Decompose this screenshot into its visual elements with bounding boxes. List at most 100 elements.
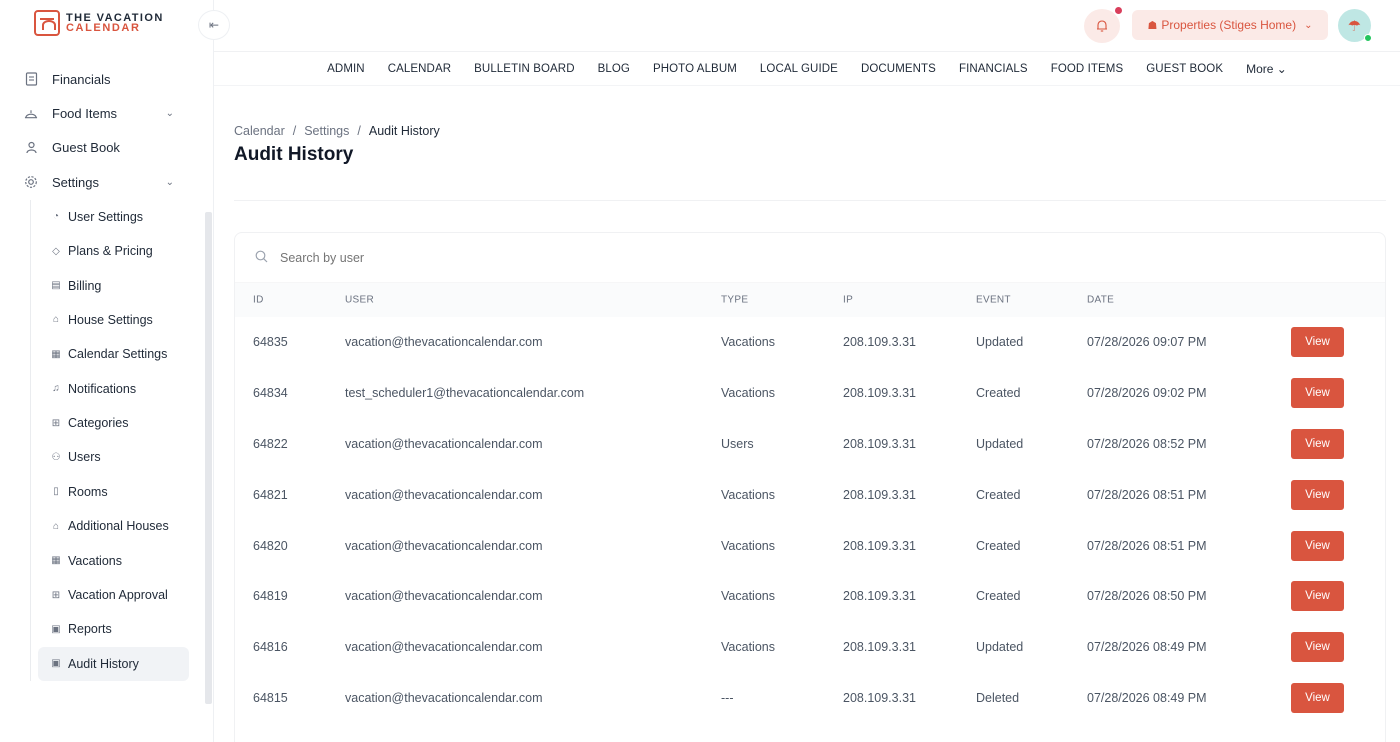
sidebar-item-house-settings[interactable]: ⌂ House Settings: [0, 303, 214, 337]
cell-event: Deleted: [976, 690, 1020, 705]
sidebar-item-food-items[interactable]: Food Items ⌄: [0, 96, 214, 130]
property-selector[interactable]: ☗ Properties (Stiges Home) ⌄: [1132, 10, 1328, 40]
cell-event: Created: [976, 386, 1021, 401]
sidebar-item-audit-history[interactable]: ▣ Audit History: [38, 646, 189, 682]
sidebar: THE VACATION CALENDAR Financials Food It…: [0, 0, 214, 742]
sidebar-item-vacation-approval[interactable]: ⊞ Vacation Approval: [0, 578, 214, 612]
menu-food-items[interactable]: FOOD ITEMS: [1051, 63, 1124, 75]
sidebar-item-settings[interactable]: Settings ⌄: [0, 165, 214, 199]
tag-icon: ◇: [52, 245, 60, 257]
menu-documents[interactable]: DOCUMENTS: [861, 63, 936, 75]
cell-ip: 208.109.3.31: [843, 538, 916, 553]
cell-ip: 208.109.3.31: [843, 335, 916, 350]
sidebar-item-calendar-settings[interactable]: ▦ Calendar Settings: [0, 337, 214, 371]
cell-user: vacation@thevacationcalendar.com: [345, 487, 543, 502]
sidebar-item-plans-pricing[interactable]: ◇ Plans & Pricing: [0, 234, 214, 268]
notifications-button[interactable]: [1084, 7, 1122, 43]
search-icon: [255, 250, 268, 266]
sidebar-nav: Financials Food Items ⌄ Guest Book Setti…: [0, 62, 214, 682]
sidebar-item-rooms[interactable]: ▯ Rooms: [0, 475, 214, 509]
table-row: 64815 vacation@thevacationcalendar.com -…: [235, 673, 1385, 724]
cell-id: 64834: [253, 386, 288, 401]
sidebar-item-label: Settings: [52, 174, 99, 190]
sidebar-item-label: Rooms: [68, 484, 108, 499]
breadcrumb-separator: /: [357, 124, 361, 138]
page-title: Audit History: [234, 144, 354, 165]
cell-id: 64820: [253, 538, 288, 553]
brand-logo[interactable]: THE VACATION CALENDAR: [34, 10, 164, 36]
sidebar-item-categories[interactable]: ⊞ Categories: [0, 406, 214, 440]
breadcrumb-calendar[interactable]: Calendar: [234, 124, 285, 138]
menu-calendar[interactable]: CALENDAR: [388, 63, 451, 75]
menu-local-guide[interactable]: LOCAL GUIDE: [760, 63, 838, 75]
collapse-sidebar-button[interactable]: ⇤: [198, 10, 230, 40]
menu-admin[interactable]: ADMIN: [327, 63, 365, 75]
table-row: 64822 vacation@thevacationcalendar.com U…: [235, 419, 1385, 470]
column-header-ip: IP: [843, 294, 854, 306]
table-body: 64835 vacation@thevacationcalendar.com V…: [235, 317, 1385, 723]
chevron-down-icon: ⌄: [165, 108, 174, 120]
user-avatar[interactable]: ☂: [1338, 9, 1372, 42]
sidebar-item-billing[interactable]: ▤ Billing: [0, 268, 214, 302]
sidebar-item-additional-houses[interactable]: ⌂ Additional Houses: [0, 509, 214, 543]
cell-id: 64821: [253, 487, 288, 502]
sidebar-item-user-settings[interactable]: ◔ User Settings: [0, 200, 214, 234]
view-button[interactable]: View: [1291, 632, 1344, 663]
menu-more[interactable]: More ⌄: [1246, 62, 1287, 76]
cell-user: test_scheduler1@thevacationcalendar.com: [345, 386, 585, 401]
search-input[interactable]: [280, 250, 680, 265]
view-button[interactable]: View: [1291, 327, 1344, 358]
cell-id: 64822: [253, 436, 288, 451]
sidebar-item-reports[interactable]: ▣ Reports: [0, 612, 214, 646]
sidebar-item-label: House Settings: [68, 312, 153, 327]
sidebar-item-financials[interactable]: Financials: [0, 62, 214, 96]
menu-financials[interactable]: FINANCIALS: [959, 63, 1028, 75]
calendar-icon: ▦: [51, 348, 61, 360]
sidebar-item-label: Financials: [52, 71, 111, 87]
menu-guest-book[interactable]: GUEST BOOK: [1146, 63, 1223, 75]
cell-date: 07/28/2026 08:52 PM: [1087, 436, 1207, 451]
receipt-icon: [24, 72, 38, 86]
sidebar-item-guest-book[interactable]: Guest Book: [0, 131, 214, 165]
brand-bottom: CALENDAR: [66, 22, 141, 34]
sidebar-item-label: Plans & Pricing: [68, 244, 153, 259]
table-row: 64835 vacation@thevacationcalendar.com V…: [235, 317, 1385, 368]
view-button[interactable]: View: [1291, 682, 1344, 713]
sidebar-item-label: Billing: [68, 278, 102, 293]
menu-photo-album[interactable]: PHOTO ALBUM: [653, 63, 737, 75]
cell-event: Created: [976, 487, 1021, 502]
online-status-dot: [1364, 34, 1372, 42]
cell-date: 07/28/2026 08:51 PM: [1087, 487, 1207, 502]
notification-dot: [1115, 7, 1122, 14]
cell-type: Vacations: [721, 589, 775, 604]
settings-submenu: ◔ User Settings ◇ Plans & Pricing ▤ Billing…: [0, 199, 214, 682]
collapse-arrow-icon: ⇤: [208, 18, 220, 32]
cell-event: Updated: [976, 436, 1024, 451]
table-row: 64820 vacation@thevacationcalendar.com V…: [235, 520, 1385, 571]
audit-history-card: ID USER TYPE IP EVENT DATE 64835 vacatio…: [234, 232, 1386, 742]
cell-ip: 208.109.3.31: [843, 487, 916, 502]
house-icon: ⌂: [52, 314, 60, 326]
sidebar-scrollbar[interactable]: [205, 212, 212, 704]
view-button[interactable]: View: [1291, 581, 1344, 612]
cell-date: 07/28/2026 09:02 PM: [1087, 386, 1207, 401]
sidebar-item-notifications[interactable]: ♫ Notifications: [0, 372, 214, 406]
cell-date: 07/28/2026 08:49 PM: [1087, 640, 1207, 655]
sidebar-item-vacations[interactable]: ▦ Vacations: [0, 543, 214, 577]
view-button[interactable]: View: [1291, 530, 1344, 561]
cell-event: Created: [976, 538, 1021, 553]
house-icon: ⌂: [52, 520, 60, 532]
menu-blog[interactable]: BLOG: [598, 63, 630, 75]
sidebar-item-users[interactable]: ⚇ Users: [0, 440, 214, 474]
breadcrumb-settings[interactable]: Settings: [304, 124, 349, 138]
view-button[interactable]: View: [1291, 479, 1344, 510]
calendar-icon: ▦: [51, 555, 61, 567]
cell-type: Vacations: [721, 487, 775, 502]
sidebar-item-label: Food Items: [52, 106, 118, 122]
main-menu: ADMIN CALENDAR BULLETIN BOARD BLOG PHOTO…: [214, 52, 1400, 86]
view-button[interactable]: View: [1291, 378, 1344, 409]
user-icon: ◔: [52, 211, 60, 223]
menu-bulletin-board[interactable]: BULLETIN BOARD: [474, 63, 574, 75]
chevron-down-icon: ⌄: [1273, 61, 1287, 76]
view-button[interactable]: View: [1291, 428, 1344, 459]
